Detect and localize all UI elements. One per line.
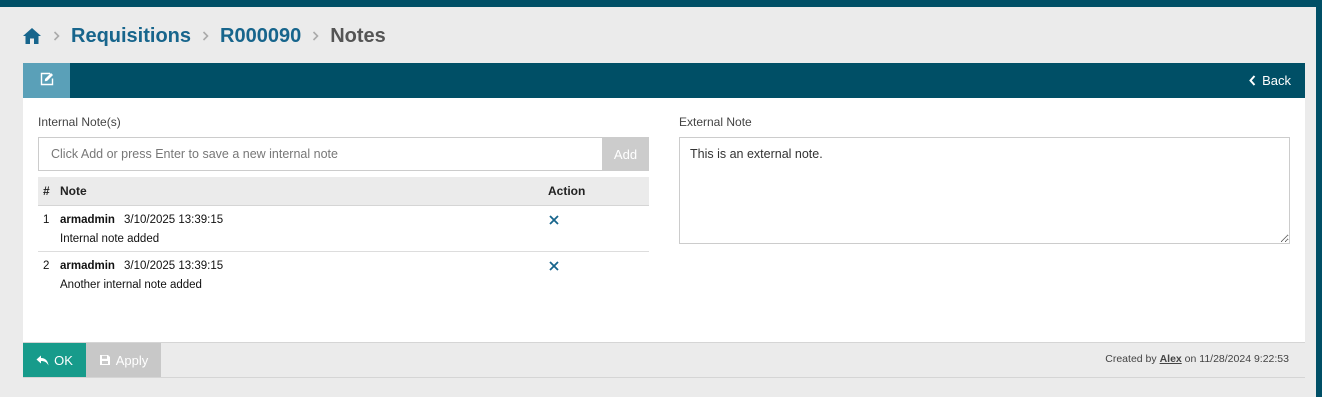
panel-header: Back [23,63,1305,98]
created-user-link[interactable]: Alex [1160,353,1182,365]
home-icon[interactable] [22,26,42,46]
save-icon [99,355,110,365]
note-author: armadmin [60,214,115,226]
chevron-right-icon [312,31,319,41]
delete-icon[interactable] [547,258,561,274]
note-author: armadmin [60,260,115,272]
apply-label: Apply [115,352,149,368]
external-note-label: External Note [679,115,752,129]
footer-bottom-divider [23,377,1305,378]
add-note-button[interactable]: Add [602,137,649,171]
column-header-number: # [43,184,50,198]
internal-notes-label: Internal Note(s) [38,115,121,129]
breadcrumb-requisitions-link[interactable]: Requisitions [71,25,191,48]
created-suffix: on 11/28/2024 9:22:53 [1184,353,1289,365]
created-info: Created by Alex on 11/28/2024 9:22:53 [1105,353,1289,365]
top-bar [0,0,1322,7]
chevron-left-icon [1249,75,1256,86]
chevron-right-icon [202,31,209,41]
notes-panel: Internal Note(s) Add # Note Action 1 arm… [23,98,1305,342]
external-note-textarea[interactable]: This is an external note. [679,137,1290,244]
ok-label: OK [54,352,73,368]
row-number: 1 [43,214,50,226]
note-text: Another internal note added [60,279,202,291]
internal-note-input[interactable] [38,137,603,171]
created-prefix: Created by [1105,353,1157,365]
breadcrumb: Requisitions R000090 Notes [22,23,386,49]
back-button[interactable]: Back [1249,63,1291,98]
apply-button[interactable]: Apply [86,343,161,377]
delete-icon[interactable] [547,212,561,228]
table-header: # Note Action [38,177,649,206]
note-date: 3/10/2025 13:39:15 [124,260,224,272]
column-header-action: Action [548,184,586,198]
back-label: Back [1262,73,1291,88]
chevron-right-icon [53,31,60,41]
window-edge [1316,0,1322,397]
reply-icon [36,355,49,365]
page-title: Notes [330,24,386,47]
footer-divider [23,342,1305,343]
edit-tab[interactable] [23,63,70,98]
edit-icon [40,72,54,89]
breadcrumb-requisition-link[interactable]: R000090 [220,25,301,48]
note-date: 3/10/2025 13:39:15 [124,214,224,226]
row-number: 2 [43,260,50,272]
table-row: 1 armadmin 3/10/2025 13:39:15 Internal n… [38,206,649,252]
table-row: 2 armadmin 3/10/2025 13:39:15 Another in… [38,252,649,298]
column-header-note: Note [60,184,87,198]
note-text: Internal note added [60,233,160,245]
ok-button[interactable]: OK [23,343,86,377]
internal-notes-table: # Note Action 1 armadmin 3/10/2025 13:39… [38,177,649,298]
